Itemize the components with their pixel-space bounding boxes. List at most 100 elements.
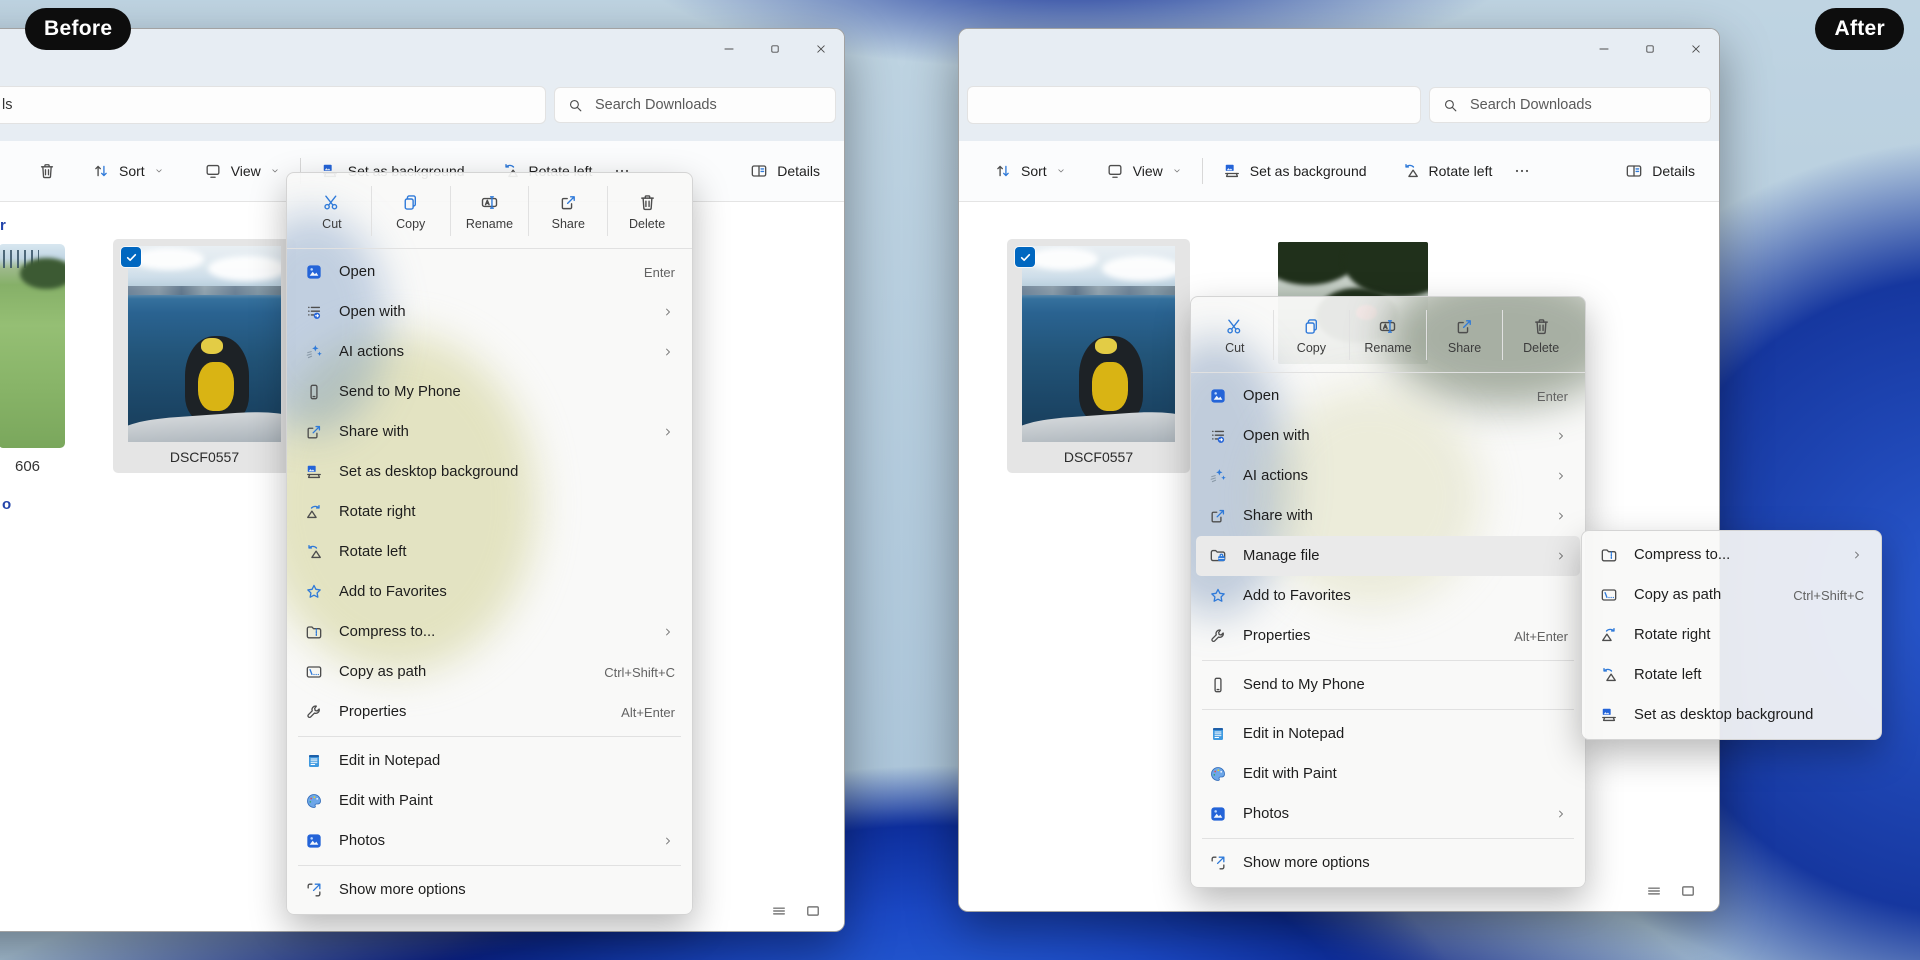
view-icon — [1105, 161, 1125, 181]
show-more-icon — [304, 880, 324, 900]
menu-item-set-as-desktop-background[interactable]: Set as desktop background — [1587, 695, 1876, 735]
menu-item-properties[interactable]: PropertiesAlt+Enter — [1196, 616, 1580, 656]
menu-item-rotate-left[interactable]: Rotate left — [1587, 655, 1876, 695]
minimize-button[interactable] — [1581, 29, 1627, 69]
quick-action-copy[interactable]: Copy — [1274, 303, 1350, 367]
zip-folder-icon — [304, 622, 324, 642]
menu-item-open[interactable]: OpenEnter — [1196, 376, 1580, 416]
titlebar — [959, 29, 1719, 69]
selected-file-tile[interactable]: DSCF0557 — [1007, 239, 1190, 473]
menu-item-ai-actions[interactable]: AI actions — [292, 332, 687, 372]
sparkles-icon — [1208, 466, 1228, 486]
selection-checkbox[interactable] — [121, 247, 141, 267]
chevron-down-icon — [269, 165, 281, 177]
menu-item-edit-in-notepad[interactable]: Edit in Notepad — [1196, 714, 1580, 754]
address-bar[interactable]: ls — [0, 86, 546, 124]
details-button[interactable]: Details — [1614, 152, 1705, 190]
menu-item-add-to-favorites[interactable]: Add to Favorites — [292, 572, 687, 612]
grid-view-icon[interactable] — [1679, 882, 1697, 900]
search-placeholder: Search Downloads — [595, 97, 717, 113]
quick-action-delete[interactable]: Delete — [608, 179, 686, 243]
maximize-button[interactable] — [1627, 29, 1673, 69]
file-thumbnail-partial[interactable] — [0, 244, 65, 448]
quick-action-rename[interactable]: Rename — [1350, 303, 1426, 367]
share-icon — [558, 192, 579, 213]
rotate-right-icon — [1599, 625, 1619, 645]
search-input[interactable]: Search Downloads — [1429, 87, 1711, 123]
menu-item-edit-with-paint[interactable]: Edit with Paint — [1196, 754, 1580, 794]
open-with-icon — [304, 302, 324, 322]
menu-item-copy-as-path[interactable]: Copy as pathCtrl+Shift+C — [292, 652, 687, 692]
quick-action-delete[interactable]: Delete — [1503, 303, 1579, 367]
open-with-icon — [1208, 426, 1228, 446]
rotate-right-icon — [304, 502, 324, 522]
close-button[interactable] — [1673, 29, 1719, 69]
grid-view-icon[interactable] — [804, 902, 822, 920]
menu-item-manage-file[interactable]: Manage file — [1196, 536, 1580, 576]
chevron-right-icon — [1554, 509, 1568, 523]
view-button[interactable]: View — [193, 152, 291, 190]
quick-action-copy[interactable]: Copy — [372, 179, 450, 243]
address-bar[interactable] — [967, 86, 1421, 124]
view-icon — [203, 161, 223, 181]
manage-file-icon — [1208, 546, 1228, 566]
menu-item-rotate-right[interactable]: Rotate right — [292, 492, 687, 532]
see-more-button[interactable] — [1502, 152, 1542, 190]
quick-action-share[interactable]: Share — [1427, 303, 1503, 367]
menu-item-photos[interactable]: Photos — [1196, 794, 1580, 834]
menu-item-edit-in-notepad[interactable]: Edit in Notepad — [292, 741, 687, 781]
set-as-background-button[interactable]: Set as background — [1212, 152, 1377, 190]
menu-item-compress-to[interactable]: Compress to... — [292, 612, 687, 652]
list-view-icon[interactable] — [1645, 882, 1663, 900]
command-toolbar: Sort View Set as background Rotate left … — [959, 141, 1719, 202]
rotate-left-button[interactable]: Rotate left — [1391, 152, 1503, 190]
menu-item-photos[interactable]: Photos — [292, 821, 687, 861]
menu-item-set-as-desktop-background[interactable]: Set as desktop background — [292, 452, 687, 492]
quick-action-cut[interactable]: Cut — [1197, 303, 1273, 367]
sort-button[interactable]: Sort — [81, 152, 175, 190]
view-toggles — [1645, 882, 1697, 900]
menu-item-send-to-my-phone[interactable]: Send to My Phone — [1196, 665, 1580, 705]
maximize-button[interactable] — [752, 29, 798, 69]
menu-item-rotate-left[interactable]: Rotate left — [292, 532, 687, 572]
menu-item-add-to-favorites[interactable]: Add to Favorites — [1196, 576, 1580, 616]
view-button[interactable]: View — [1095, 152, 1193, 190]
details-button[interactable]: Details — [739, 152, 830, 190]
menu-item-ai-actions[interactable]: AI actions — [1196, 456, 1580, 496]
menu-item-open-with[interactable]: Open with — [1196, 416, 1580, 456]
minimize-button[interactable] — [706, 29, 752, 69]
selection-checkbox[interactable] — [1015, 247, 1035, 267]
after-badge: After — [1815, 8, 1904, 50]
sort-button[interactable]: Sort — [983, 152, 1077, 190]
close-button[interactable] — [798, 29, 844, 69]
list-view-icon[interactable] — [770, 902, 788, 920]
menu-item-send-to-my-phone[interactable]: Send to My Phone — [292, 372, 687, 412]
menu-item-show-more-options[interactable]: Show more options — [1196, 843, 1580, 883]
menu-item-open-with[interactable]: Open with — [292, 292, 687, 332]
menu-separator — [1202, 838, 1574, 839]
menu-item-rotate-right[interactable]: Rotate right — [1587, 615, 1876, 655]
chevron-right-icon — [661, 425, 675, 439]
copy-icon — [1301, 316, 1322, 337]
menu-item-properties[interactable]: PropertiesAlt+Enter — [292, 692, 687, 732]
menu-item-edit-with-paint[interactable]: Edit with Paint — [292, 781, 687, 821]
share-icon — [1208, 506, 1228, 526]
quick-action-cut[interactable]: Cut — [293, 179, 371, 243]
maximize-icon — [1643, 42, 1657, 56]
search-input[interactable]: Search Downloads — [554, 87, 836, 123]
menu-item-share-with[interactable]: Share with — [1196, 496, 1580, 536]
menu-item-show-more-options[interactable]: Show more options — [292, 870, 687, 910]
delete-toolbar-button[interactable] — [27, 152, 67, 190]
manage-file-submenu: Compress to...Copy as pathCtrl+Shift+CRo… — [1581, 530, 1882, 740]
quick-action-share[interactable]: Share — [529, 179, 607, 243]
trash-icon — [637, 192, 658, 213]
menu-item-compress-to[interactable]: Compress to... — [1587, 535, 1876, 575]
scissors-icon — [1224, 316, 1245, 337]
selected-file-tile[interactable]: DSCF0557 — [113, 239, 296, 473]
menu-item-open[interactable]: OpenEnter — [292, 252, 687, 292]
menu-item-copy-as-path[interactable]: Copy as pathCtrl+Shift+C — [1587, 575, 1876, 615]
photos-app-icon — [1208, 804, 1228, 824]
menu-item-share-with[interactable]: Share with — [292, 412, 687, 452]
paint-icon — [304, 791, 324, 811]
quick-action-rename[interactable]: Rename — [451, 179, 529, 243]
